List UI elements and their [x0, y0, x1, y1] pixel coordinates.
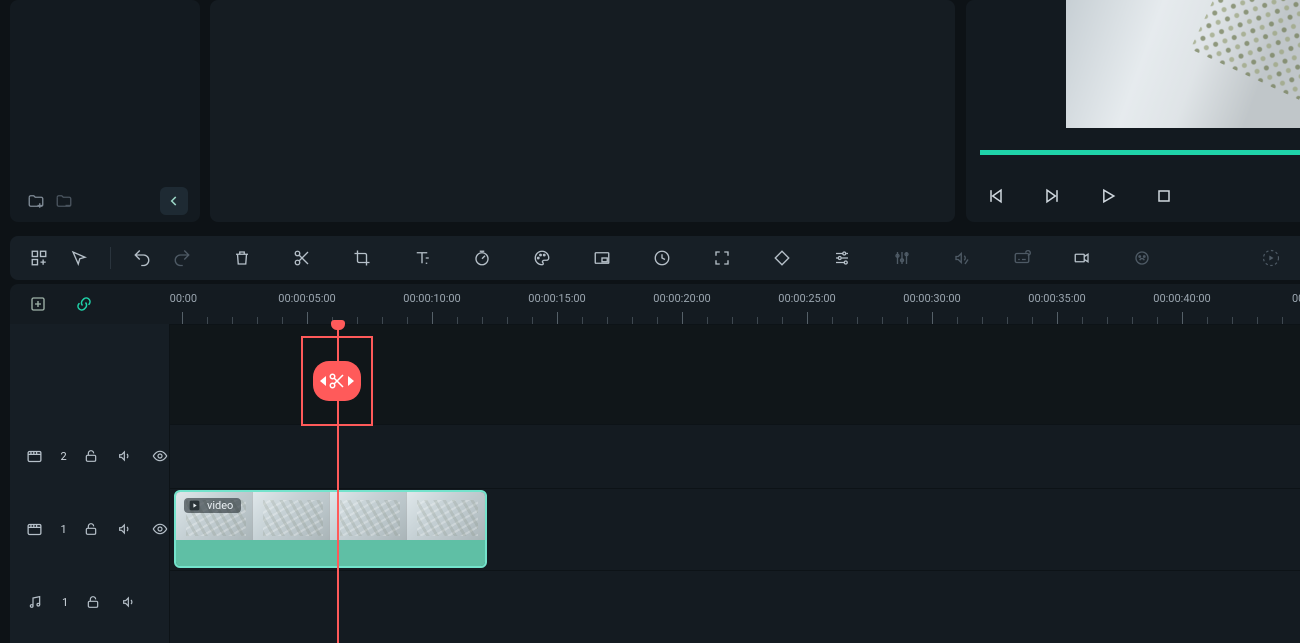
- track-lock-icon[interactable]: [81, 445, 101, 467]
- track-type-audio-icon: [24, 591, 46, 613]
- pip-icon[interactable]: [585, 241, 619, 275]
- ruler-label: 00:00:40:00: [1153, 292, 1210, 305]
- link-tracks-icon[interactable]: [70, 290, 98, 318]
- split-icon[interactable]: [285, 241, 319, 275]
- transport-controls: [980, 180, 1180, 212]
- track-video-2: 2: [10, 424, 1300, 488]
- video-clip[interactable]: video: [174, 490, 487, 568]
- media-panel: [10, 0, 200, 222]
- ruler-label: 00:00:: [1292, 292, 1300, 305]
- track-video-1: 1 video: [10, 488, 1300, 570]
- crop-icon[interactable]: [345, 241, 379, 275]
- render-preview-icon[interactable]: [1254, 241, 1288, 275]
- media-panel-footer: [10, 180, 200, 222]
- fit-icon[interactable]: [705, 241, 739, 275]
- undo-icon[interactable]: [125, 241, 159, 275]
- audio-mixer-icon[interactable]: [885, 241, 919, 275]
- step-back-button[interactable]: [980, 180, 1012, 212]
- track-index-label: 1: [60, 523, 66, 536]
- clip-label: video: [184, 498, 241, 513]
- keyframe-icon[interactable]: [765, 241, 799, 275]
- ruler-label: 00:00:15:00: [528, 292, 585, 305]
- timeline: :00:00 00:00:05:00 00:00:10:00 00:00:15:00 0…: [10, 284, 1300, 643]
- expand-right-icon: [348, 376, 354, 386]
- text-icon[interactable]: [405, 241, 439, 275]
- track-visibility-icon[interactable]: [150, 445, 170, 467]
- track-type-video-icon: [24, 518, 44, 540]
- redo-icon[interactable]: [165, 241, 199, 275]
- tracks-area: 2 1: [10, 324, 1300, 643]
- track-lock-icon[interactable]: [82, 591, 104, 613]
- center-panel: [210, 0, 955, 222]
- preview-thumbnail: [1066, 0, 1300, 128]
- track-mute-icon[interactable]: [118, 591, 140, 613]
- ruler-label: 00:00:20:00: [653, 292, 710, 305]
- spacer-lane: [10, 324, 1300, 424]
- ruler-label: :00:00: [170, 292, 197, 305]
- subtitle-icon[interactable]: [1005, 241, 1039, 275]
- track-mute-icon[interactable]: [115, 445, 135, 467]
- track-visibility-icon[interactable]: [150, 518, 170, 540]
- collapse-panel-button[interactable]: [160, 187, 188, 215]
- clip-label-text: video: [207, 499, 233, 512]
- expand-left-icon: [320, 376, 326, 386]
- preview-panel: [966, 0, 1300, 222]
- playhead-handle[interactable]: [331, 320, 345, 330]
- ruler-label: 00:00:25:00: [778, 292, 835, 305]
- track-lock-icon[interactable]: [81, 518, 101, 540]
- stop-button[interactable]: [1148, 180, 1180, 212]
- delete-folder-icon[interactable]: [50, 187, 78, 215]
- color-icon[interactable]: [525, 241, 559, 275]
- toolbar-separator: [110, 247, 111, 269]
- add-marker-icon[interactable]: [24, 290, 52, 318]
- time-ruler[interactable]: :00:00 00:00:05:00 00:00:10:00 00:00:15:00 0…: [170, 284, 1300, 324]
- track-audio-1: 1: [10, 570, 1300, 634]
- audio-ducking-icon[interactable]: [945, 241, 979, 275]
- timeline-header-controls: [10, 284, 170, 324]
- ruler-label: 00:00:30:00: [903, 292, 960, 305]
- preview-progress[interactable]: [980, 150, 1300, 155]
- top-area: [0, 0, 1300, 228]
- track-index-label: 1: [62, 596, 68, 609]
- step-forward-button[interactable]: [1036, 180, 1068, 212]
- adjust-icon[interactable]: [825, 241, 859, 275]
- track-index-label: 2: [60, 450, 66, 463]
- track-mute-icon[interactable]: [115, 518, 135, 540]
- scissors-icon: [328, 372, 346, 390]
- templates-icon[interactable]: [22, 241, 56, 275]
- play-badge-icon: [188, 499, 201, 512]
- split-button[interactable]: [313, 361, 361, 401]
- select-tool-icon[interactable]: [62, 241, 96, 275]
- clip-audio-waveform: [176, 540, 485, 566]
- ruler-label: 00:00:10:00: [403, 292, 460, 305]
- speed-icon[interactable]: [465, 241, 499, 275]
- record-icon[interactable]: [1065, 241, 1099, 275]
- track-type-video-icon: [24, 445, 44, 467]
- ai-tools-icon[interactable]: [1125, 241, 1159, 275]
- play-button[interactable]: [1092, 180, 1124, 212]
- delete-icon[interactable]: [225, 241, 259, 275]
- ruler-label: 00:00:05:00: [278, 292, 335, 305]
- new-folder-icon[interactable]: [22, 187, 50, 215]
- timeline-toolbar: [10, 236, 1300, 280]
- speed-ramp-icon[interactable]: [645, 241, 679, 275]
- ruler-label: 00:00:35:00: [1028, 292, 1085, 305]
